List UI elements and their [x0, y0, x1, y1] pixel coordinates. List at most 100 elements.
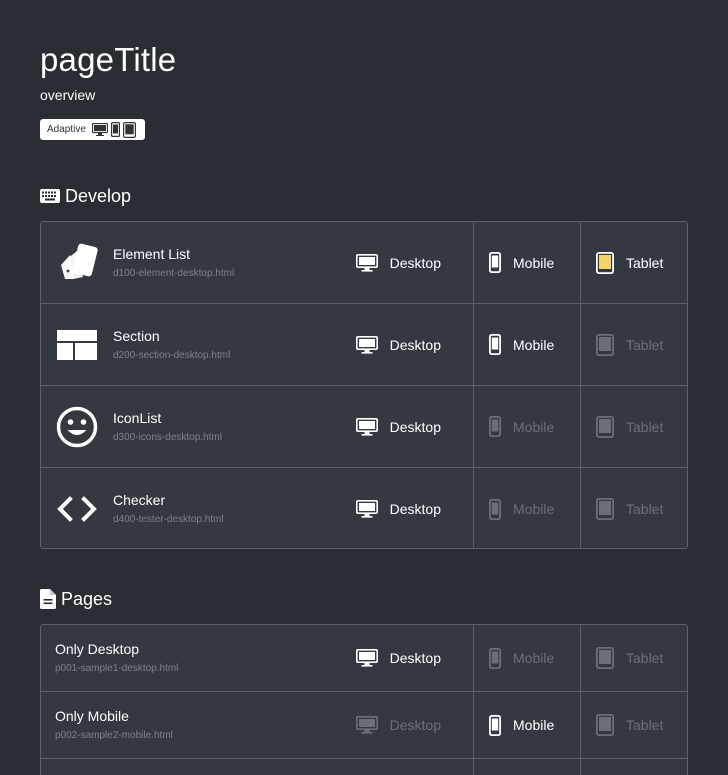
section-title: Develop [65, 186, 132, 206]
entry-filename: d400-tester-desktop.html [113, 514, 224, 525]
tablet-cell: Tablet [580, 222, 687, 303]
section-header-develop: Develop [40, 185, 131, 207]
desktop-label: Desktop [389, 254, 441, 271]
page-title: pageTitle [40, 41, 177, 78]
desktop-icon [355, 335, 378, 354]
desktop-link: Desktop [355, 716, 441, 734]
tablet-cell: Tablet [580, 625, 687, 691]
tablet-icon [596, 251, 614, 274]
list-item: IconList d300-icons-desktop.html Desktop… [41, 386, 687, 468]
tablet-link: Tablet [581, 333, 664, 356]
mobile-label: Mobile [513, 336, 555, 353]
list-item: Checker d400-tester-desktop.html Desktop… [41, 468, 687, 548]
tablet-link: Tablet [581, 415, 664, 438]
code-icon [55, 487, 99, 531]
page-entry[interactable]: Section d200-section-desktop.html Deskto… [41, 304, 473, 385]
mobile-cell: Mobile [473, 468, 580, 548]
entry-name[interactable]: Element List [113, 246, 190, 262]
page-overview: overview [40, 87, 96, 103]
list-item: Only Desktop p001-sample1-desktop.html D… [41, 625, 687, 692]
pages-card: Only Desktop p001-sample1-desktop.html D… [40, 624, 688, 775]
keyboard-icon [40, 189, 60, 203]
desktop-link[interactable]: Desktop [355, 335, 441, 354]
desktop-icon [355, 253, 378, 272]
list-item: Only Mobile p002-sample2-mobile.html Des… [41, 692, 687, 759]
list-item: Element List d100-element-desktop.html D… [41, 222, 687, 304]
desktop-link[interactable]: Desktop [355, 417, 441, 436]
tablet-cell: Tablet [580, 468, 687, 548]
entry-name[interactable]: IconList [113, 410, 161, 426]
desktop-icon [355, 417, 378, 436]
mobile-icon [489, 714, 501, 736]
tablet-link: Tablet [581, 498, 663, 520]
entry-name[interactable]: Only Mobile [55, 708, 129, 724]
mobile-label: Mobile [513, 254, 555, 271]
section-header-pages: Pages [40, 588, 112, 610]
desktop-icon [91, 123, 108, 136]
mobile-link: Mobile [474, 647, 555, 669]
tablet-cell: Tablet [580, 304, 687, 385]
tablet-icon [596, 333, 614, 356]
tablet-cell: Tablet [580, 386, 687, 467]
mobile-cell: Mobile [473, 692, 580, 758]
tablet-icon [122, 121, 136, 138]
page-entry[interactable]: Element List d100-element-desktop.html D… [41, 222, 473, 303]
mobile-label: Mobile [513, 650, 555, 666]
tablet-link: Tablet [581, 647, 663, 669]
tablet-cell [580, 759, 687, 775]
tablet-cell: Tablet [580, 692, 687, 758]
cards-icon [55, 241, 99, 285]
tablet-icon [596, 498, 614, 520]
mobile-link[interactable]: Mobile [474, 714, 554, 736]
adaptive-badge: Adaptive [40, 119, 145, 140]
desktop-link[interactable]: Desktop [355, 253, 441, 272]
mobile-label: Mobile [513, 418, 555, 435]
mobile-cell: Mobile [473, 625, 580, 691]
section-title: Pages [61, 589, 113, 609]
desktop-label: Desktop [389, 418, 441, 435]
page-entry[interactable]: Only Mobile p002-sample2-mobile.html Des… [41, 692, 473, 758]
document-icon [40, 589, 56, 609]
mobile-icon [489, 334, 501, 355]
page-entry[interactable]: IconList d300-icons-desktop.html Desktop [41, 386, 473, 467]
entry-name[interactable]: Section [113, 328, 160, 344]
entry-name[interactable]: Only Desktop [55, 641, 139, 657]
tablet-label: Tablet [626, 501, 664, 517]
tablet-link[interactable]: Tablet [581, 251, 664, 274]
entry-filename: d100-element-desktop.html [113, 268, 235, 279]
entry-filename: d300-icons-desktop.html [113, 432, 222, 443]
tablet-icon [596, 714, 614, 736]
desktop-label: Desktop [389, 650, 441, 666]
desktop-link[interactable]: Desktop [355, 649, 441, 667]
mobile-cell: Mobile [473, 386, 580, 467]
page-entry[interactable]: Only Desktop p001-sample1-desktop.html D… [41, 625, 473, 691]
adaptive-badge-label: Adaptive [47, 124, 86, 135]
list-item [41, 759, 687, 775]
tablet-label: Tablet [626, 418, 664, 435]
mobile-icon [489, 416, 501, 437]
tablet-label: Tablet [626, 254, 664, 271]
tablet-label: Tablet [626, 717, 664, 733]
mobile-label: Mobile [513, 501, 555, 517]
mobile-icon [489, 252, 501, 273]
desktop-label: Desktop [389, 336, 441, 353]
desktop-icon [355, 649, 378, 667]
tablet-link: Tablet [581, 714, 663, 736]
desktop-icon [355, 500, 378, 518]
entry-filename: p002-sample2-mobile.html [55, 730, 173, 741]
page-entry[interactable] [41, 759, 473, 775]
mobile-cell: Mobile [473, 222, 580, 303]
mobile-link[interactable]: Mobile [474, 252, 554, 273]
tablet-label: Tablet [626, 650, 664, 666]
mobile-icon [489, 647, 501, 669]
entry-name[interactable]: Checker [113, 492, 165, 508]
desktop-link[interactable]: Desktop [355, 500, 441, 518]
mobile-icon [489, 498, 501, 520]
mobile-icon [110, 122, 120, 137]
tablet-label: Tablet [626, 336, 664, 353]
page-entry[interactable]: Checker d400-tester-desktop.html Desktop [41, 468, 473, 548]
mobile-link: Mobile [474, 498, 555, 520]
tablet-icon [596, 647, 614, 669]
mobile-link[interactable]: Mobile [474, 334, 554, 355]
layout-icon [55, 323, 99, 367]
